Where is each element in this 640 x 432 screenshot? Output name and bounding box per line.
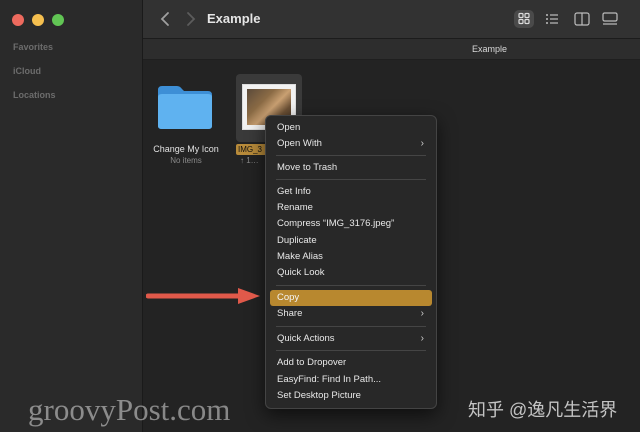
forward-button[interactable] [180, 9, 200, 29]
pointer-arrow-icon [146, 288, 260, 304]
icon-view-icon [518, 12, 530, 25]
menu-item-label: Rename [277, 202, 313, 213]
menu-item-label: Quick Actions [277, 333, 335, 344]
menu-item-label: Add to Dropover [277, 357, 347, 368]
column-view-icon [574, 12, 590, 26]
folder-name[interactable]: Change My Icon [146, 144, 226, 154]
minimize-button[interactable] [32, 14, 44, 26]
menu-item-label: Share [277, 308, 303, 319]
menu-item-compress[interactable]: Compress “IMG_3176.jpeg” [270, 216, 432, 232]
menu-item-set-desktop-picture[interactable]: Set Desktop Picture [270, 388, 432, 404]
menu-item-label: Move to Trash [277, 162, 338, 173]
menu-item-quick-actions[interactable]: Quick Actions › [270, 331, 432, 347]
watermark-zhihu: 知乎 @逸凡生活界 [468, 400, 618, 420]
menu-item-label: Quick Look [277, 267, 325, 278]
close-button[interactable] [12, 14, 24, 26]
menu-item-label: Compress “IMG_3176.jpeg” [277, 218, 395, 229]
sidebar-section-locations[interactable]: Locations [13, 90, 56, 100]
menu-item-quick-look[interactable]: Quick Look [270, 265, 432, 281]
menu-separator [276, 179, 426, 180]
gallery-view-icon [602, 12, 618, 25]
menu-item-make-alias[interactable]: Make Alias [270, 249, 432, 265]
menu-item-share[interactable]: Share › [270, 306, 432, 322]
menu-item-copy[interactable]: Copy [270, 290, 432, 306]
chevron-right-icon: › [420, 308, 424, 319]
menu-item-open[interactable]: Open [270, 120, 432, 136]
menu-item-move-to-trash[interactable]: Move to Trash [270, 160, 432, 176]
menu-separator [276, 285, 426, 286]
list-view-icon [546, 14, 558, 24]
icon-view-button[interactable] [514, 10, 534, 28]
context-menu: Open Open With › Move to Trash Get Info R… [265, 115, 437, 409]
path-bar: Example [143, 39, 640, 60]
menu-item-easyfind[interactable]: EasyFind: Find In Path... [270, 372, 432, 388]
menu-item-label: Copy [277, 292, 300, 303]
watermark-groovypost: groovyPost.com [28, 392, 231, 427]
menu-separator [276, 326, 426, 327]
menu-item-label: Get Info [277, 186, 311, 197]
chevron-left-icon [160, 12, 169, 26]
sidebar-section-icloud[interactable]: iCloud [13, 66, 41, 76]
back-button[interactable] [156, 9, 176, 29]
menu-item-label: Duplicate [277, 235, 317, 246]
window-title: Example [207, 11, 261, 26]
column-view-button[interactable] [572, 10, 592, 28]
chevron-right-icon: › [420, 138, 424, 149]
sidebar-section-favorites[interactable]: Favorites [13, 42, 53, 52]
finder-window: Favorites iCloud Locations Example Examp… [0, 0, 640, 432]
menu-item-label: Set Desktop Picture [277, 390, 361, 401]
chevron-right-icon [187, 12, 196, 26]
path-bar-title: Example [472, 44, 508, 54]
folder-item-count: No items [170, 156, 202, 165]
menu-item-label: Open With [277, 138, 322, 149]
menu-item-label: Make Alias [277, 251, 323, 262]
toolbar: Example [143, 0, 640, 39]
menu-item-open-with[interactable]: Open With › [270, 136, 432, 152]
menu-item-rename[interactable]: Rename [270, 200, 432, 216]
menu-item-add-to-dropover[interactable]: Add to Dropover [270, 355, 432, 371]
image-file-status: ↑ 1… [240, 156, 259, 165]
chevron-right-icon: › [420, 333, 424, 344]
menu-item-label: EasyFind: Find In Path... [277, 374, 382, 385]
sidebar: Favorites iCloud Locations [0, 0, 143, 432]
window-controls [12, 14, 64, 26]
menu-item-get-info[interactable]: Get Info [270, 184, 432, 200]
list-view-button[interactable] [542, 10, 562, 28]
menu-separator [276, 350, 426, 351]
folder-icon[interactable] [155, 82, 215, 132]
zoom-button[interactable] [52, 14, 64, 26]
gallery-view-button[interactable] [600, 10, 620, 28]
menu-item-duplicate[interactable]: Duplicate [270, 233, 432, 249]
menu-item-label: Open [277, 122, 301, 133]
menu-separator [276, 155, 426, 156]
